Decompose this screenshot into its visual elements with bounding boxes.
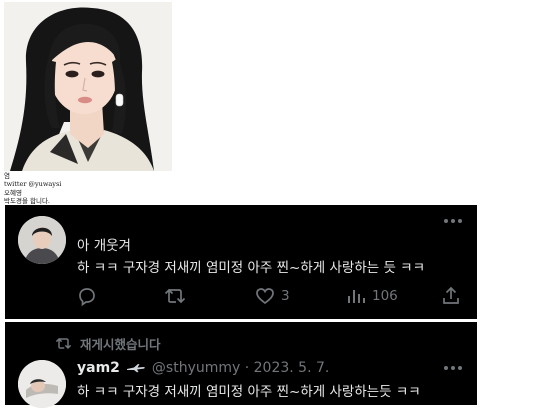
more-options-icon[interactable] [444, 365, 462, 371]
retweet-icon [55, 337, 72, 350]
airplane-emoji-icon [126, 364, 145, 373]
reply-icon [79, 288, 95, 306]
profile-photo [4, 2, 172, 171]
tweet-text-line: 하 ㅋㅋ 구자경 저새끼 염미정 아주 찐~하게 사랑하는 듯 ㅋㅋ [77, 260, 426, 276]
tweet-actions: 3 106 [5, 285, 477, 307]
view-count: 106 [372, 288, 398, 304]
tweet-card[interactable]: 재게시했습니다 yam2 @sthyummy · 2023. 5. 7. 하 ㅋ… [5, 322, 477, 408]
tweet-text-line: 아 개웃겨 [77, 238, 131, 254]
handle-and-date[interactable]: @sthyummy · 2023. 5. 7. [152, 360, 329, 376]
profile-caption: 염 twitter @yuwaysi 오혜영 박도경을 합니다. [4, 172, 61, 206]
avatar[interactable] [18, 360, 66, 408]
repost-label: 재게시했습니다 [80, 337, 161, 352]
avatar[interactable] [18, 216, 66, 264]
retweet-button[interactable] [164, 285, 186, 307]
share-button[interactable] [441, 285, 461, 307]
caption-line: twitter @yuwaysi [4, 180, 62, 189]
like-button[interactable]: 3 [255, 285, 290, 307]
repost-indicator: 재게시했습니다 [55, 334, 161, 353]
caption-line: 염 [4, 172, 10, 180]
tweet-author[interactable]: yam2 @sthyummy · 2023. 5. 7. [77, 360, 329, 376]
share-icon [443, 286, 459, 304]
tweet-card[interactable]: 아 개웃겨 하 ㅋㅋ 구자경 저새끼 염미정 아주 찐~하게 사랑하는 듯 ㅋㅋ… [5, 205, 477, 319]
retweet-icon [164, 288, 186, 304]
more-options-icon[interactable] [444, 218, 462, 224]
views-icon [348, 290, 365, 303]
display-name[interactable]: yam2 [77, 360, 120, 376]
views-button[interactable]: 106 [346, 285, 398, 307]
tweet-text-line: 하 ㅋㅋ 구자경 저새끼 염미정 아주 찐~하게 사랑하는듯 ㅋㅋ [77, 384, 421, 400]
reply-button[interactable] [77, 285, 97, 307]
heart-icon [256, 288, 274, 305]
caption-line: 오혜영 [4, 188, 22, 197]
like-count: 3 [281, 288, 290, 304]
